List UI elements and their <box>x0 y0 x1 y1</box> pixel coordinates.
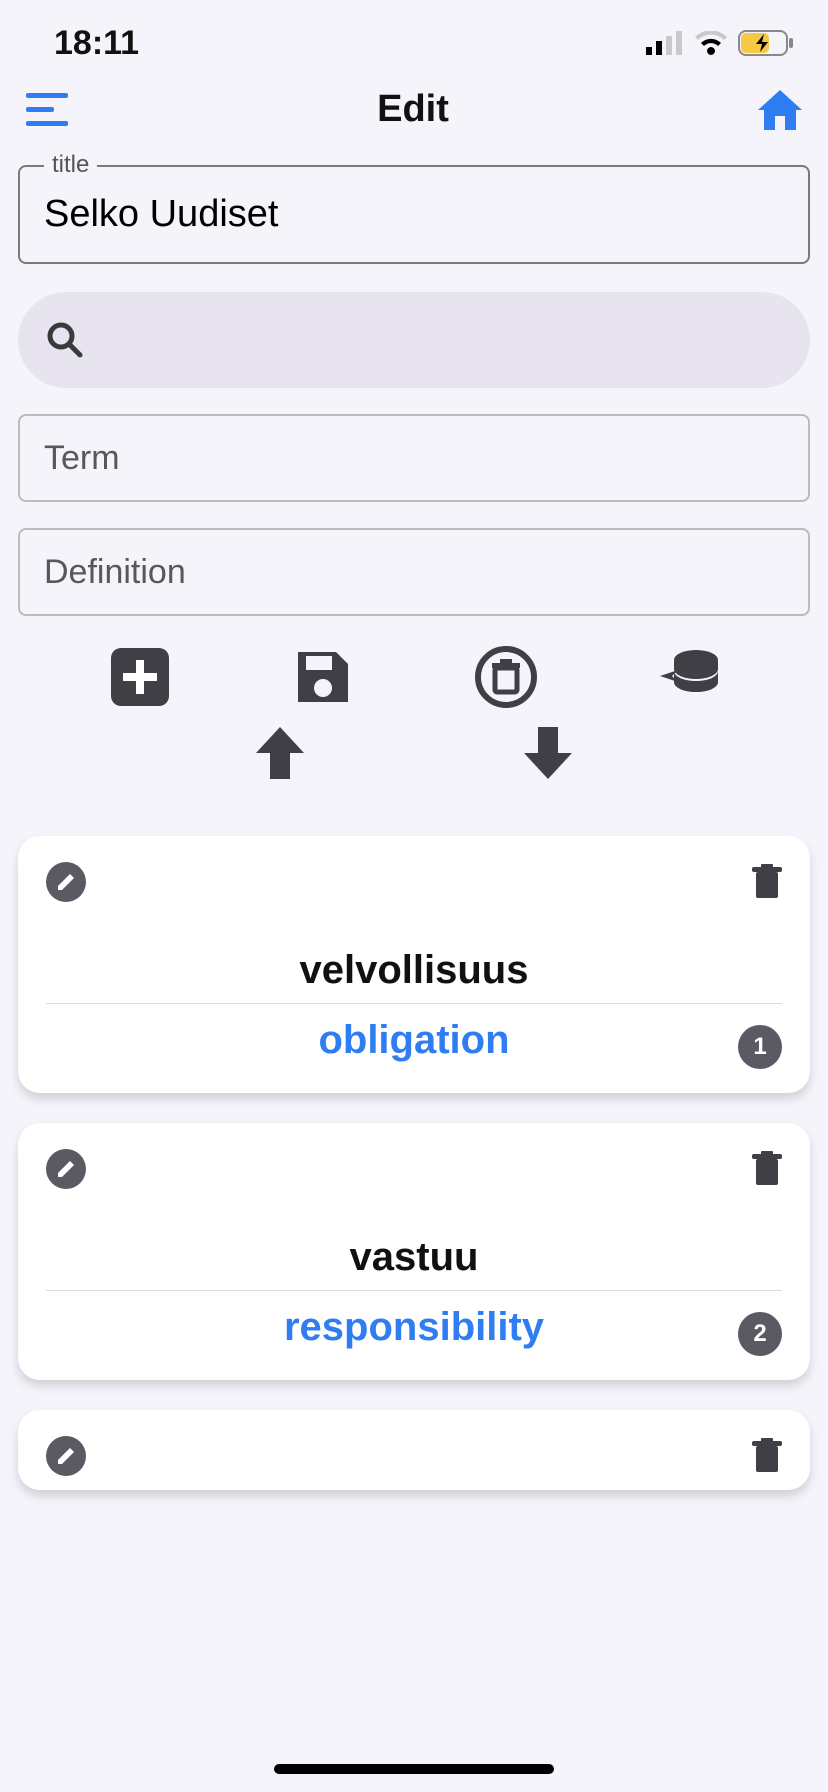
home-icon[interactable] <box>758 90 802 130</box>
menu-icon[interactable] <box>26 93 68 127</box>
title-input[interactable] <box>44 193 784 236</box>
delete-all-button[interactable] <box>461 646 551 713</box>
edit-card-button[interactable] <box>46 1149 86 1189</box>
definition-field[interactable] <box>18 528 810 616</box>
card-list: velvollisuus obligation 1 vastuu respons… <box>18 836 810 1490</box>
delete-card-button[interactable] <box>752 1438 782 1474</box>
delete-card-button[interactable] <box>752 1151 782 1187</box>
edit-card-button[interactable] <box>46 862 86 902</box>
status-right <box>646 30 794 56</box>
status-bar: 18:11 <box>0 0 828 80</box>
add-button[interactable] <box>95 648 185 711</box>
card <box>18 1410 810 1490</box>
arrow-row <box>18 727 810 784</box>
card-definition: responsibility <box>46 1305 782 1350</box>
term-field[interactable] <box>18 414 810 502</box>
card-term: velvollisuus <box>46 948 782 1004</box>
search-input[interactable] <box>102 321 782 360</box>
cellular-signal-icon <box>646 31 684 55</box>
save-button[interactable] <box>278 648 368 711</box>
card: vastuu responsibility 2 <box>18 1123 810 1380</box>
title-field[interactable]: title <box>18 165 810 264</box>
delete-card-button[interactable] <box>752 864 782 900</box>
page-title: Edit <box>377 88 449 131</box>
term-input[interactable] <box>44 439 784 478</box>
battery-charging-icon <box>738 30 794 56</box>
card-definition: obligation <box>46 1018 782 1063</box>
status-time: 18:11 <box>54 24 139 63</box>
wifi-icon <box>694 31 728 55</box>
header: Edit <box>0 80 828 155</box>
toolbar <box>18 646 810 713</box>
title-label: title <box>44 151 97 179</box>
content: title <box>0 165 828 1490</box>
search-icon <box>46 321 84 359</box>
card: velvollisuus obligation 1 <box>18 836 810 1093</box>
arrow-up-icon[interactable] <box>256 727 304 784</box>
card-badge: 1 <box>738 1025 782 1069</box>
card-badge: 2 <box>738 1312 782 1356</box>
edit-card-button[interactable] <box>46 1436 86 1476</box>
definition-input[interactable] <box>44 553 784 592</box>
search-field[interactable] <box>18 292 810 388</box>
arrow-down-icon[interactable] <box>524 727 572 784</box>
card-term: vastuu <box>46 1235 782 1291</box>
home-indicator[interactable] <box>274 1764 554 1774</box>
database-button[interactable] <box>644 648 734 711</box>
